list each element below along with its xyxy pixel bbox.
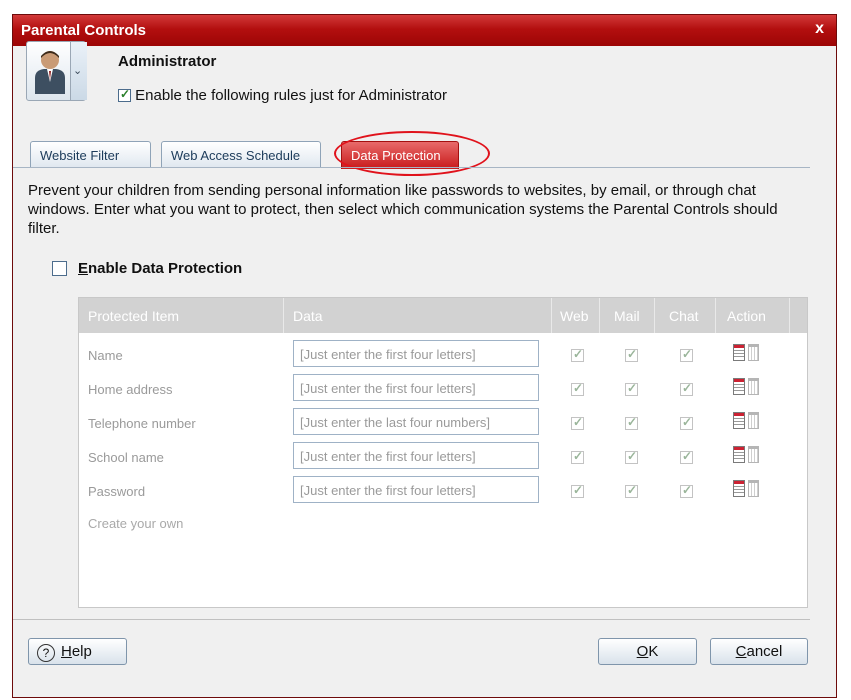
help-button[interactable]: ? Help xyxy=(28,638,127,665)
row-item-label: Telephone number xyxy=(88,416,196,431)
enable-data-protection-row[interactable]: Enable Data Protection xyxy=(52,260,242,277)
help-icon: ? xyxy=(37,644,55,662)
chat-checkbox[interactable] xyxy=(680,449,693,464)
enable-data-protection-label: nable Data Protection xyxy=(88,260,243,277)
web-checkbox[interactable] xyxy=(571,347,584,362)
row-item-label: Name xyxy=(88,348,123,363)
table-row: Telephone number [Just enter the last fo… xyxy=(79,408,807,438)
chat-checkbox[interactable] xyxy=(680,483,693,498)
web-checkbox[interactable] xyxy=(571,381,584,396)
title-bar: Parental Controls x xyxy=(13,15,836,46)
row-data-field[interactable]: [Just enter the last four numbers] xyxy=(293,408,539,435)
header-data: Data xyxy=(293,308,323,324)
header-mail: Mail xyxy=(614,308,640,324)
header-web: Web xyxy=(560,308,589,324)
header-action: Action xyxy=(727,308,766,324)
edit-icon[interactable] xyxy=(733,480,745,497)
tab-highlight-ring xyxy=(334,131,490,176)
chevron-down-icon[interactable]: ⌄ xyxy=(73,64,82,77)
header-separator xyxy=(283,298,284,333)
edit-icon[interactable] xyxy=(733,378,745,395)
ok-button[interactable]: OK xyxy=(598,638,697,665)
tab-divider xyxy=(13,167,810,168)
header-separator xyxy=(599,298,600,333)
tab-website-filter[interactable]: Website Filter xyxy=(30,141,151,168)
ok-label: K xyxy=(648,643,659,660)
close-icon[interactable]: x xyxy=(815,20,824,38)
trash-icon[interactable] xyxy=(748,344,759,361)
cancel-label: ancel xyxy=(746,643,783,660)
row-data-field[interactable]: [Just enter the first four letters] xyxy=(293,442,539,469)
help-label: elp xyxy=(71,643,92,660)
ok-mnemonic: O xyxy=(636,643,649,660)
protected-items-table: Protected Item Data Web Mail Chat Action… xyxy=(78,297,808,608)
web-checkbox[interactable] xyxy=(571,483,584,498)
user-avatar-icon xyxy=(35,51,65,94)
trash-icon[interactable] xyxy=(748,480,759,497)
header-separator xyxy=(654,298,655,333)
tab-web-access-schedule[interactable]: Web Access Schedule xyxy=(161,141,321,168)
mail-checkbox[interactable] xyxy=(625,347,638,362)
row-data-field[interactable]: [Just enter the first four letters] xyxy=(293,374,539,401)
trash-icon[interactable] xyxy=(748,446,759,463)
row-item-label: Password xyxy=(88,484,146,499)
window-title: Parental Controls xyxy=(21,22,147,39)
table-row: Password [Just enter the first four lett… xyxy=(79,476,807,506)
trash-icon[interactable] xyxy=(748,378,759,395)
row-item-label: School name xyxy=(88,450,164,465)
mail-checkbox[interactable] xyxy=(625,449,638,464)
mail-checkbox[interactable] xyxy=(625,483,638,498)
enable-data-protection-checkbox[interactable] xyxy=(52,261,67,276)
cancel-button[interactable]: Cancel xyxy=(710,638,808,665)
header-separator xyxy=(715,298,716,333)
header-chat: Chat xyxy=(669,308,699,324)
header-protected-item: Protected Item xyxy=(88,308,180,324)
edit-icon[interactable] xyxy=(733,446,745,463)
user-name: Administrator xyxy=(118,53,217,70)
enable-rules-label: Enable the following rules just for Admi… xyxy=(135,87,447,104)
table-row: Home address [Just enter the first four … xyxy=(79,374,807,404)
chat-checkbox[interactable] xyxy=(680,347,693,362)
mail-checkbox[interactable] xyxy=(625,415,638,430)
edit-icon[interactable] xyxy=(733,412,745,429)
enable-data-protection-mnemonic: E xyxy=(78,260,89,277)
enable-rules-checkbox[interactable] xyxy=(118,87,131,102)
description-text: Prevent your children from sending perso… xyxy=(28,182,778,237)
header-separator xyxy=(789,298,790,333)
enable-rules-row[interactable]: Enable the following rules just for Admi… xyxy=(118,87,447,104)
help-mnemonic: H xyxy=(61,643,72,660)
cancel-mnemonic: C xyxy=(735,643,747,660)
table-row: School name [Just enter the first four l… xyxy=(79,442,807,472)
row-item-label: Home address xyxy=(88,382,173,397)
chat-checkbox[interactable] xyxy=(680,415,693,430)
web-checkbox[interactable] xyxy=(571,449,584,464)
table-row: Name [Just enter the first four letters] xyxy=(79,340,807,370)
footer-divider xyxy=(13,619,810,620)
table-header: Protected Item Data Web Mail Chat Action xyxy=(79,298,807,333)
row-data-field[interactable]: [Just enter the first four letters] xyxy=(293,340,539,367)
header-separator xyxy=(551,298,552,333)
row-data-field[interactable]: [Just enter the first four letters] xyxy=(293,476,539,503)
chat-checkbox[interactable] xyxy=(680,381,693,396)
mail-checkbox[interactable] xyxy=(625,381,638,396)
create-your-own-link[interactable]: Create your own xyxy=(88,516,183,531)
trash-icon[interactable] xyxy=(748,412,759,429)
web-checkbox[interactable] xyxy=(571,415,584,430)
user-selector-button[interactable]: ⌄ xyxy=(26,41,87,101)
edit-icon[interactable] xyxy=(733,344,745,361)
